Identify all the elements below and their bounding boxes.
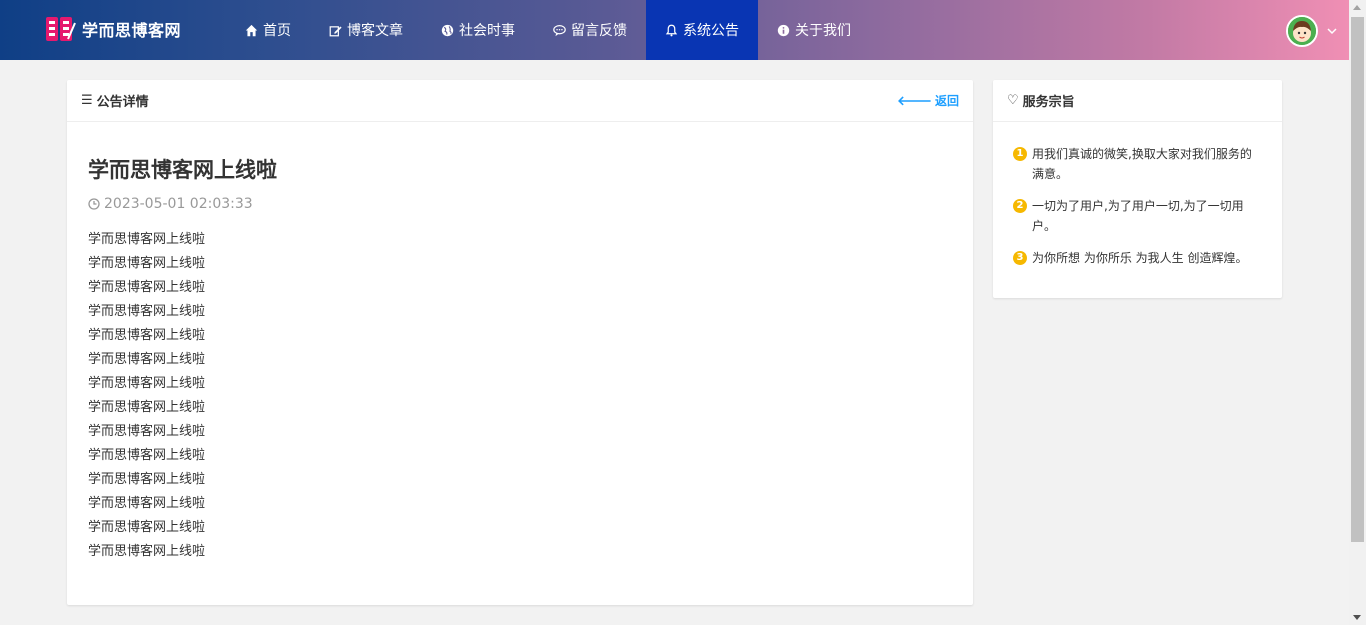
scroll-up-arrow-icon[interactable]: [1353, 5, 1361, 10]
nav-about-us[interactable]: 关于我们: [758, 0, 870, 60]
article-line: 学而思博客网上线啦: [88, 304, 206, 319]
bell-icon: [665, 24, 678, 36]
edit-icon: [329, 25, 342, 36]
comment-icon: [553, 24, 566, 36]
article-line: 学而思博客网上线啦: [88, 448, 206, 463]
number-badge-icon: 3: [1013, 251, 1027, 265]
article-line: 学而思博客网上线啦: [88, 376, 206, 391]
article-line: 学而思博客网上线啦: [88, 400, 206, 415]
back-link[interactable]: 🡐 返回: [897, 92, 959, 109]
globe-icon: [441, 24, 454, 36]
home-icon: [245, 24, 258, 36]
user-menu[interactable]: [1286, 15, 1337, 47]
service-item-text: 一切为了用户,为了用户一切,为了一切用户。: [1032, 199, 1244, 233]
service-item-text: 用我们真诚的微笑,换取大家对我们服务的满意。: [1032, 147, 1252, 181]
logo-icon: [44, 13, 76, 45]
number-badge-icon: 2: [1013, 199, 1027, 213]
article-date-row: 2023-05-01 02:03:33: [88, 196, 952, 212]
service-header-title: 服务宗旨: [1022, 95, 1075, 110]
nav-social-news-label: 社会时事: [459, 23, 515, 39]
service-list: 1 用我们真诚的微笑,换取大家对我们服务的满意。 2 一切为了用户,为了用户一切…: [993, 122, 1282, 302]
article-line: 学而思博客网上线啦: [88, 280, 206, 295]
article-line: 学而思博客网上线啦: [88, 520, 206, 535]
nav-home[interactable]: 首页: [226, 0, 310, 60]
service-purpose-card: ♡ 服务宗旨 1 用我们真诚的微笑,换取大家对我们服务的满意。 2 一切为了用户…: [993, 80, 1282, 298]
article-line: 学而思博客网上线啦: [88, 352, 206, 367]
list-icon: ☰: [81, 93, 93, 108]
announcement-header-title: 公告详情: [96, 95, 149, 110]
top-navbar: 学而思博客网 首页 博客文章 社会时事 留言反馈 系统公告 关于我们: [0, 0, 1349, 60]
article-body: 学而思博客网上线啦 学而思博客网上线啦 学而思博客网上线啦 学而思博客网上线啦 …: [88, 228, 952, 564]
back-link-label: 返回: [934, 94, 959, 108]
clock-icon: [88, 198, 100, 210]
article-line: 学而思博客网上线啦: [88, 328, 206, 343]
vertical-scrollbar[interactable]: [1349, 0, 1366, 625]
article-line: 学而思博客网上线啦: [88, 256, 206, 271]
article-date: 2023-05-01 02:03:33: [104, 196, 253, 212]
scroll-down-arrow-icon[interactable]: [1353, 615, 1361, 620]
article-line: 学而思博客网上线啦: [88, 496, 206, 511]
number-badge-icon: 1: [1013, 147, 1027, 161]
service-item: 3 为你所想 为你所乐 为我人生 创造辉煌。: [1013, 248, 1262, 268]
nav-feedback-label: 留言反馈: [571, 23, 627, 39]
nav-feedback[interactable]: 留言反馈: [534, 0, 646, 60]
nav-social-news[interactable]: 社会时事: [422, 0, 534, 60]
scrollbar-thumb[interactable]: [1351, 17, 1364, 542]
article-line: 学而思博客网上线啦: [88, 472, 206, 487]
arrow-left-icon: 🡐: [897, 93, 932, 109]
heart-icon: ♡: [1007, 93, 1019, 108]
nav-blog-articles[interactable]: 博客文章: [310, 0, 422, 60]
brand-logo[interactable]: 学而思博客网: [44, 13, 181, 45]
article-title: 学而思博客网上线啦: [88, 158, 277, 182]
nav-blog-articles-label: 博客文章: [347, 23, 403, 39]
chevron-down-icon: [1327, 28, 1337, 35]
nav-about-us-label: 关于我们: [795, 23, 851, 39]
service-item-text: 为你所想 为你所乐 为我人生 创造辉煌。: [1032, 251, 1248, 265]
service-card-header: ♡ 服务宗旨: [993, 80, 1282, 122]
service-item: 1 用我们真诚的微笑,换取大家对我们服务的满意。: [1013, 144, 1262, 184]
article-line: 学而思博客网上线啦: [88, 544, 206, 559]
article-line: 学而思博客网上线啦: [88, 232, 206, 247]
avatar[interactable]: [1286, 15, 1318, 47]
main-nav: 首页 博客文章 社会时事 留言反馈 系统公告 关于我们: [226, 0, 870, 60]
announcement-card-header: ☰ 公告详情 🡐 返回: [67, 80, 973, 122]
service-item: 2 一切为了用户,为了用户一切,为了一切用户。: [1013, 196, 1262, 236]
article-line: 学而思博客网上线啦: [88, 424, 206, 439]
announcement-detail-card: ☰ 公告详情 🡐 返回 学而思博客网上线啦 2023-05-01 02:03:3…: [67, 80, 973, 605]
nav-announcements[interactable]: 系统公告: [646, 0, 758, 60]
nav-home-label: 首页: [263, 23, 291, 39]
announcement-article: 学而思博客网上线啦 2023-05-01 02:03:33 学而思博客网上线啦 …: [67, 122, 973, 584]
nav-announcements-label: 系统公告: [683, 23, 739, 39]
info-icon: [777, 24, 790, 36]
brand-name: 学而思博客网: [82, 21, 182, 40]
